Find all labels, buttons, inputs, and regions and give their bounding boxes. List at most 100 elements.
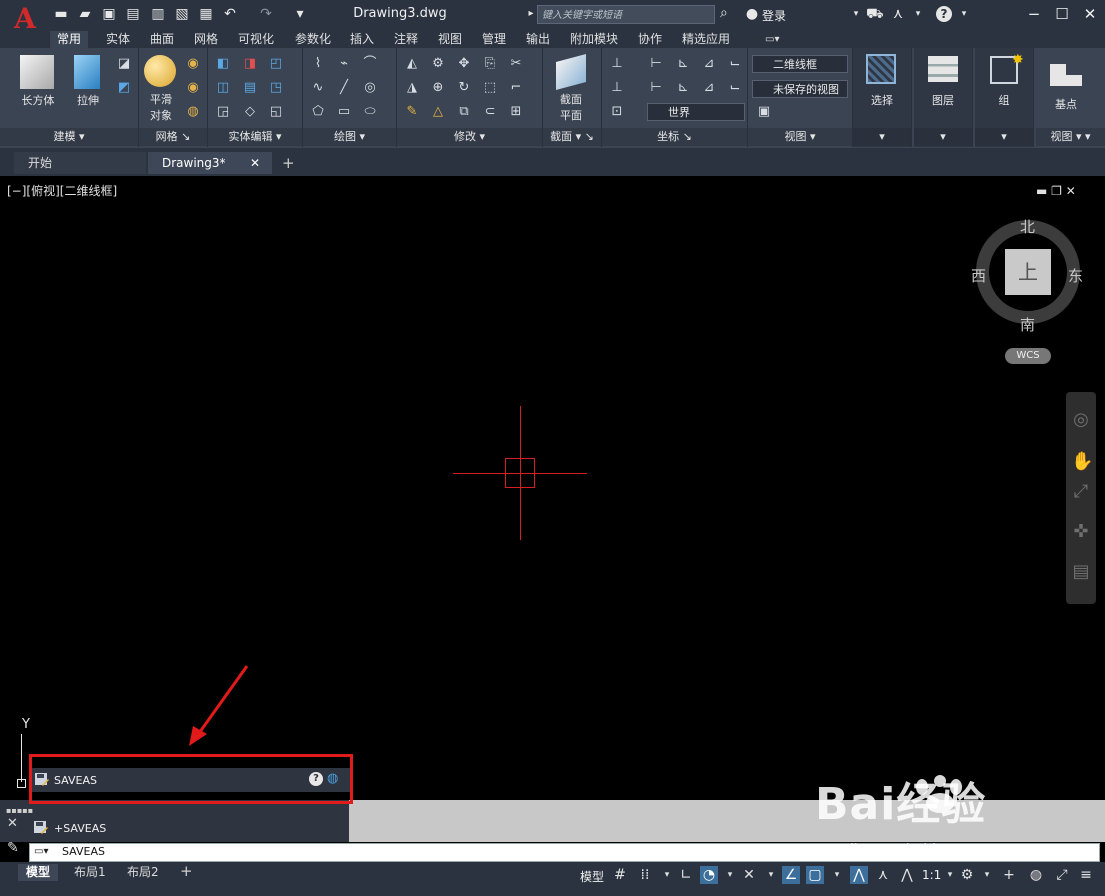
panel-title-coordinates[interactable]: 坐标 ↘ [602, 128, 747, 146]
showmotion-icon[interactable]: ▤ [1071, 562, 1091, 582]
ucs-world-select[interactable]: 世界 [647, 103, 745, 121]
isodraft-icon[interactable]: ✕ [740, 866, 758, 884]
compass-north[interactable]: 北 [1020, 216, 1035, 237]
quick-access-dropdown-icon[interactable]: ▾ [292, 6, 308, 22]
move-icon[interactable]: ✥ [456, 56, 472, 72]
maximize-window-button[interactable]: ☐ [1052, 5, 1072, 23]
offset-icon[interactable]: ⊂ [482, 104, 498, 120]
ucs-view-icon[interactable]: ⊥ [609, 80, 625, 96]
scale-icon[interactable]: ⬚ [482, 80, 498, 96]
ucs-y-icon[interactable]: ⊾ [675, 80, 691, 96]
mesh-refine-icon[interactable]: ◍ [185, 104, 201, 120]
polar-dropdown-icon[interactable]: ▾ [721, 866, 739, 884]
3d-align-icon[interactable]: ◮ [404, 80, 420, 96]
auto-scale-icon[interactable]: ⋏ [874, 866, 892, 884]
union-icon[interactable]: ◧ [215, 56, 231, 72]
annotation-visibility-icon[interactable]: ⋀ [850, 866, 868, 884]
ucs-z-axis-icon[interactable]: ⌙ [727, 56, 743, 72]
tab-drawing3[interactable]: Drawing3* ✕ [148, 152, 272, 174]
login-dropdown-icon[interactable]: ▾ [848, 6, 864, 22]
trim-icon[interactable]: ✂ [508, 56, 524, 72]
help-icon[interactable]: ? [936, 6, 952, 22]
open-folder-icon[interactable]: ▰ [77, 6, 93, 22]
viewport-config-icon[interactable]: ▣ [756, 104, 772, 120]
panel-title-draw[interactable]: 绘图 ▾ [303, 128, 396, 146]
ucs-z-icon[interactable]: ⊿ [701, 80, 717, 96]
annotation-scale-icon[interactable]: ⋀ [898, 866, 916, 884]
ucs-object-icon[interactable]: ⊡ [609, 104, 625, 120]
tab-layout2[interactable]: 布局2 [119, 864, 167, 881]
base-point-button[interactable]: 基点 [1046, 96, 1086, 112]
presspull-icon[interactable]: ◪ [116, 56, 132, 72]
snap-mode-icon[interactable]: ⁞⁞ [636, 866, 654, 884]
tab-view[interactable]: 视图 [431, 31, 469, 48]
object-snap-icon[interactable]: ▢ [806, 866, 824, 884]
grid-icon[interactable]: # [611, 866, 629, 884]
panel-title-mesh[interactable]: 网格 ↘ [139, 128, 207, 146]
tab-model[interactable]: 模型 [18, 864, 59, 881]
tab-annotate[interactable]: 注释 [387, 31, 425, 48]
isolate-objects-icon[interactable]: ◍ [1027, 866, 1045, 884]
customize-wrench-icon[interactable]: ✎ [7, 840, 19, 856]
tab-mesh[interactable]: 网格 [187, 31, 225, 48]
share-icon[interactable]: ▧ [174, 6, 190, 22]
viewport-window-controls[interactable]: ▬ ❐ ✕ [1036, 184, 1076, 198]
redo-icon[interactable]: ↷ [258, 6, 274, 22]
tab-featured-apps[interactable]: 精选应用 [675, 31, 737, 48]
intersect-icon[interactable]: ◫ [215, 80, 231, 96]
ribbon-minimize-icon[interactable]: ▭▾ [758, 31, 786, 48]
copy-icon[interactable]: ⎘ [482, 56, 498, 72]
tab-layout1[interactable]: 布局1 [66, 864, 114, 881]
spline-icon[interactable]: ∿ [310, 80, 326, 96]
thicken-icon[interactable]: ◱ [268, 104, 284, 120]
group-button[interactable]: 组 [984, 92, 1024, 108]
section-plane-button[interactable]: 截面 平面 [552, 92, 590, 124]
scale-dropdown-icon[interactable]: ▾ [941, 866, 959, 884]
command-input-value[interactable]: SAVEAS [62, 845, 105, 858]
wcs-menu-button[interactable]: WCS [1005, 348, 1051, 364]
arc-icon[interactable]: ⌒ [362, 56, 378, 72]
user-icon[interactable]: ● [744, 6, 760, 22]
tab-visualize[interactable]: 可视化 [231, 31, 281, 48]
store-cart-icon[interactable]: ⛟ [866, 6, 884, 22]
new-file-icon[interactable]: ▬ [53, 6, 69, 22]
minimize-window-button[interactable]: − [1024, 5, 1044, 23]
extrude-icon[interactable] [74, 55, 100, 89]
login-button[interactable]: 登录 [762, 7, 786, 24]
undo-icon[interactable]: ↶ [222, 6, 238, 22]
stretch-icon[interactable]: ⧉ [456, 104, 472, 120]
close-tab-icon[interactable]: ✕ [250, 152, 260, 174]
save-icon[interactable]: ▣ [101, 6, 117, 22]
3d-mirror-icon[interactable]: ◭ [404, 56, 420, 72]
tab-home[interactable]: 常用 [50, 31, 89, 48]
snap-dropdown-icon[interactable]: ▾ [658, 866, 676, 884]
new-tab-plus-icon[interactable]: + [282, 154, 295, 172]
zoom-extents-icon[interactable]: ⤢ [1071, 482, 1091, 502]
steering-wheel-icon[interactable]: ◎ [1071, 410, 1091, 430]
tab-manage[interactable]: 管理 [475, 31, 513, 48]
smooth-object-icon[interactable] [144, 55, 176, 87]
circle-icon[interactable]: ◎ [362, 80, 378, 96]
polygon-icon[interactable]: ⬠ [310, 104, 326, 120]
autodesk-app-icon[interactable]: ⋏ [890, 6, 906, 22]
layers-button[interactable]: 图层 [920, 92, 966, 108]
osnap-dropdown-icon[interactable]: ▾ [828, 866, 846, 884]
search-input[interactable]: 键入关键字或短语 [537, 5, 715, 24]
interfere-icon[interactable]: ◲ [215, 104, 231, 120]
customization-menu-icon[interactable]: ≡ [1077, 866, 1095, 884]
3d-rotate-icon[interactable]: ⚙ [430, 56, 446, 72]
add-layout-plus-icon[interactable]: + [180, 862, 193, 880]
command-line-close-icon[interactable]: ✕ [7, 816, 18, 831]
workspace-gear-icon[interactable]: ⚙ [958, 866, 976, 884]
annotation-monitor-plus-icon[interactable]: + [1000, 866, 1018, 884]
panel-title-groups[interactable]: ▾ [975, 128, 1033, 146]
annotation-scale-value[interactable]: 1:1 [922, 868, 941, 882]
subtract-icon[interactable]: ◨ [242, 56, 258, 72]
ucs-origin-icon[interactable]: ⊿ [701, 56, 717, 72]
panel-title-selection[interactable]: ▾ [853, 128, 911, 146]
viewport-controls-label[interactable]: [−][俯视][二维线框] [7, 182, 117, 199]
extract-edges-icon[interactable]: ◰ [268, 56, 284, 72]
3d-scale-icon[interactable]: △ [430, 104, 446, 120]
object-snap-tracking-icon[interactable]: ∠ [782, 866, 800, 884]
panel-title-modeling[interactable]: 建模 ▾ [0, 128, 138, 146]
